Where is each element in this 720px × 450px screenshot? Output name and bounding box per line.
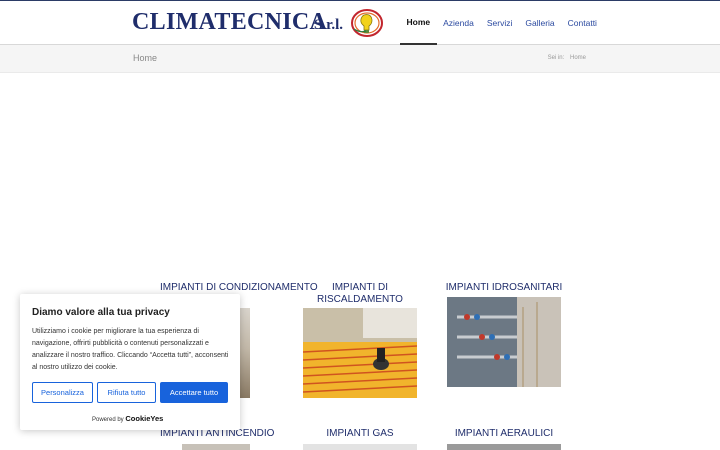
plumbing-manifold-photo: [447, 297, 561, 387]
reject-all-button[interactable]: Rifiuta tutto: [97, 382, 156, 403]
logo-suffix: S.r.l.: [314, 17, 344, 33]
logo-name: CLIMATECNICA: [132, 9, 328, 35]
cookie-consent-banner: Diamo valore alla tua privacy Utilizziam…: [20, 294, 240, 430]
cookie-title: Diamo valore alla tua privacy: [32, 307, 170, 318]
accept-all-button[interactable]: Accettare tutto: [160, 382, 228, 403]
service-title: IMPIANTI DI CONDIZIONAMENTO: [160, 282, 318, 293]
site-header: CLIMATECNICA S.r.l. Home Azienda Servizi…: [0, 1, 720, 45]
breadcrumb-prefix: Sei in:: [547, 55, 565, 61]
nav-item-servizi[interactable]: Servizi: [480, 1, 519, 45]
customize-button[interactable]: Personalizza: [32, 382, 93, 403]
service-image-aeraulici[interactable]: [447, 444, 561, 450]
service-image-gas[interactable]: [303, 444, 417, 450]
service-title-line2: RISCALDAMENTO: [317, 294, 403, 305]
service-title: IMPIANTI AERAULICI: [454, 428, 554, 439]
service-title: IMPIANTI IDROSANITARI: [445, 282, 563, 293]
service-title-line1: IMPIANTI DI: [331, 282, 389, 293]
nav-item-galleria[interactable]: Galleria: [519, 1, 561, 45]
site-logo[interactable]: CLIMATECNICA S.r.l.: [132, 7, 384, 41]
service-image-idrosanitari[interactable]: [447, 297, 561, 387]
service-card-condizionamento[interactable]: IMPIANTI DI CONDIZIONAMENTO: [160, 282, 318, 294]
breadcrumb-home-link[interactable]: Home: [570, 55, 586, 61]
cookieyes-logo[interactable]: CookieYes: [125, 414, 163, 423]
service-card-gas[interactable]: IMPIANTI GAS: [303, 428, 417, 440]
service-card-aeraulici[interactable]: IMPIANTI AERAULICI: [440, 428, 568, 440]
main-nav: Home Azienda Servizi Galleria Contatti: [400, 1, 603, 45]
service-card-riscaldamento[interactable]: IMPIANTI DI RISCALDAMENTO: [303, 282, 417, 306]
breadcrumb-bar: Home Sei in: Home: [0, 45, 720, 73]
breadcrumb: Sei in: Home: [548, 55, 586, 61]
nav-item-contatti[interactable]: Contatti: [561, 1, 603, 45]
service-card-idrosanitari[interactable]: IMPIANTI IDROSANITARI: [440, 282, 568, 294]
powered-by-label: Powered by: [92, 417, 124, 423]
nav-item-home[interactable]: Home: [400, 1, 437, 45]
underfloor-heating-photo: [303, 308, 417, 398]
cookie-description: Utilizziamo i cookie per migliorare la t…: [32, 328, 229, 371]
page-title: Home: [133, 53, 158, 63]
service-image-antincendio[interactable]: [182, 444, 250, 450]
service-title: IMPIANTI GAS: [326, 428, 394, 439]
service-image-riscaldamento[interactable]: [303, 308, 417, 398]
nav-item-azienda[interactable]: Azienda: [437, 1, 481, 45]
powered-by: Powered by CookieYes: [92, 414, 163, 423]
lightbulb-logo-icon: [351, 9, 383, 37]
